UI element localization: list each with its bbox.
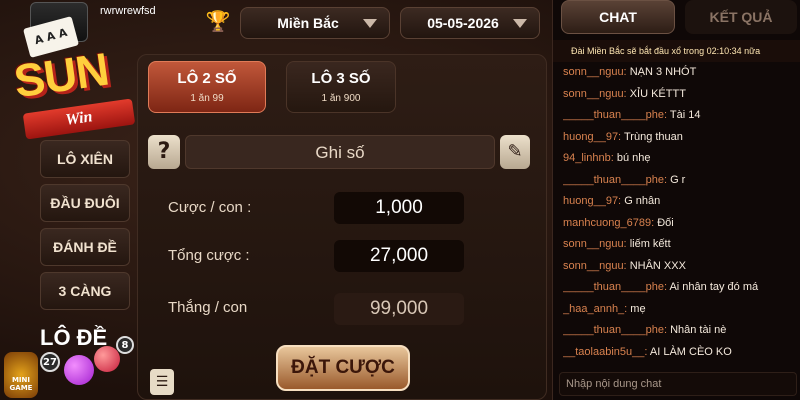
- chat-username[interactable]: _____thuan____phe:: [563, 324, 667, 336]
- total-bet-label: Tổng cược :: [168, 247, 250, 264]
- chat-text: NẠN 3 NHÓT: [629, 66, 697, 78]
- tab-ket-qua[interactable]: KẾT QUẢ: [685, 0, 797, 34]
- chat-text: Nhân tài nè: [670, 324, 727, 336]
- tab-title: LÔ 2 SỐ: [177, 70, 237, 87]
- region-label: Miền Bắc: [277, 15, 339, 31]
- minigame-button[interactable]: MINI GAME: [4, 352, 38, 398]
- chat-text: Tài 14: [669, 109, 701, 121]
- chat-text: bú nhẹ: [616, 152, 651, 164]
- win-per-unit-label: Thắng / con: [168, 299, 248, 316]
- chat-username[interactable]: 94_linhnb:: [563, 152, 614, 164]
- chat-username[interactable]: _haa_annh_:: [563, 303, 627, 315]
- chat-username[interactable]: __taolaabin5u__:: [563, 346, 647, 358]
- chevron-down-icon: [363, 19, 377, 28]
- total-bet-value: 27,000: [334, 240, 464, 272]
- chat-text: G r: [670, 173, 686, 186]
- chat-message: __taolaabin5u__: AI LÀM CÈO KO: [563, 342, 799, 363]
- chat-username[interactable]: huong__97:: [563, 195, 621, 207]
- lottery-ball: [64, 355, 94, 385]
- sidebar-item-3-cang[interactable]: 3 CÀNG: [40, 272, 130, 310]
- chat-panel: CHAT KẾT QUẢ Đài Miền Bắc sẽ bắt đầu xổ …: [552, 0, 800, 400]
- number-input[interactable]: Ghi số: [185, 135, 495, 169]
- chat-message: huong__97: G nhân: [563, 191, 799, 213]
- chat-message: sonn__nguu: NẠN 3 NHÓT: [563, 62, 799, 84]
- chat-message: sonn__nguu: liếm kếtt: [563, 234, 799, 256]
- logo-text: SUN: [10, 42, 112, 108]
- chat-message: _haa_annh_: mẹ: [563, 299, 799, 321]
- bet-per-unit-label: Cược / con :: [168, 199, 252, 216]
- chat-message: _____thuan____phe: Tài 14: [563, 105, 799, 127]
- chat-text: Đối: [657, 216, 674, 229]
- chat-message: huong__97: Trùng thuan: [563, 127, 799, 149]
- chat-username[interactable]: sonn__nguu:: [563, 238, 627, 250]
- chat-username[interactable]: huong__97:: [563, 131, 621, 143]
- game-type-menu: LÔ XIÊN ĐẦU ĐUÔI ĐÁNH ĐỀ 3 CÀNG: [40, 140, 130, 316]
- chat-username[interactable]: sonn__nguu:: [563, 88, 627, 100]
- chat-message: _____thuan____phe: Nhân tài nè: [563, 320, 799, 342]
- tab-title: LÔ 3 SỐ: [311, 70, 371, 87]
- chevron-down-icon: [513, 19, 527, 28]
- chat-text: G nhân: [624, 195, 661, 207]
- tab-lo-3-so[interactable]: LÔ 3 SỐ 1 ăn 900: [286, 61, 396, 113]
- region-select[interactable]: Miền Bắc: [240, 7, 390, 39]
- chat-message: sonn__nguu: NHÂN XXX: [563, 256, 799, 278]
- sunwin-logo: A A A SUN Win: [4, 14, 146, 144]
- chat-text: NHÂN XXX: [629, 259, 686, 272]
- chat-message: _____thuan____phe: G r: [563, 170, 799, 192]
- chat-message: sonn__nguu: XỈU KÉTTT: [563, 84, 799, 106]
- chat-text: mẹ: [630, 302, 646, 315]
- win-per-unit-value: 99,000: [334, 293, 464, 325]
- pencil-icon[interactable]: ✎: [500, 135, 530, 169]
- chat-text: Ai nhân tay đó má: [669, 281, 759, 293]
- draw-announcement: Đài Miền Bắc sẽ bắt đầu xổ trong 02:10:3…: [553, 40, 800, 62]
- history-icon[interactable]: ☰: [150, 369, 174, 395]
- date-label: 05-05-2026: [427, 15, 499, 31]
- chat-message: 94_linhnb: bú nhẹ: [563, 148, 799, 170]
- chat-username[interactable]: sonn__nguu:: [563, 260, 627, 272]
- chat-username[interactable]: _____thuan____phe:: [563, 281, 667, 293]
- chat-username[interactable]: manhcuong_6789:: [563, 217, 654, 229]
- chat-username[interactable]: sonn__nguu:: [563, 66, 627, 78]
- lottery-ball: 8: [116, 336, 134, 354]
- lottery-ball: [94, 346, 120, 372]
- chat-text: liếm kếtt: [629, 238, 671, 250]
- tab-chat[interactable]: CHAT: [561, 0, 675, 34]
- tab-lo-2-so[interactable]: LÔ 2 SỐ 1 ăn 99: [148, 61, 266, 113]
- place-bet-button[interactable]: ĐẶT CƯỢC: [276, 345, 410, 391]
- bet-per-unit-input[interactable]: 1,000: [334, 192, 464, 224]
- chat-input[interactable]: Nhập nội dung chat: [559, 372, 797, 396]
- lode-title: LÔ ĐỀ: [40, 325, 108, 350]
- chat-text: Trùng thuan: [623, 130, 683, 143]
- chat-username[interactable]: _____thuan____phe:: [563, 174, 667, 186]
- help-button[interactable]: ?: [148, 135, 180, 169]
- betting-panel: LÔ 2 SỐ 1 ăn 99 LÔ 3 SỐ 1 ăn 900 ? Ghi s…: [137, 54, 547, 400]
- chat-message: manhcuong_6789: Đối: [563, 213, 799, 235]
- tab-odds: 1 ăn 900: [321, 93, 361, 104]
- tab-odds: 1 ăn 99: [190, 93, 224, 104]
- date-select[interactable]: 05-05-2026: [400, 7, 540, 39]
- chat-message: _____thuan____phe: Ai nhân tay đó má: [563, 277, 799, 299]
- chat-tabs: CHAT KẾT QUẢ: [559, 0, 799, 34]
- chat-username[interactable]: _____thuan____phe:: [563, 109, 667, 121]
- chat-text: XỈU KÉTTT: [629, 87, 686, 100]
- sidebar-item-danh-de[interactable]: ĐÁNH ĐỀ: [40, 228, 130, 266]
- chat-messages[interactable]: sonn__nguu: NẠN 3 NHÓT sonn__nguu: XỈU KÉ…: [563, 62, 799, 362]
- chat-text: AI LÀM CÈO KO: [649, 345, 732, 358]
- sidebar-item-dau-duoi[interactable]: ĐẦU ĐUÔI: [40, 184, 130, 222]
- sidebar-item-lo-xien[interactable]: LÔ XIÊN: [40, 140, 130, 178]
- lottery-ball: 27: [40, 352, 60, 372]
- trophy-icon[interactable]: 🏆: [205, 8, 231, 34]
